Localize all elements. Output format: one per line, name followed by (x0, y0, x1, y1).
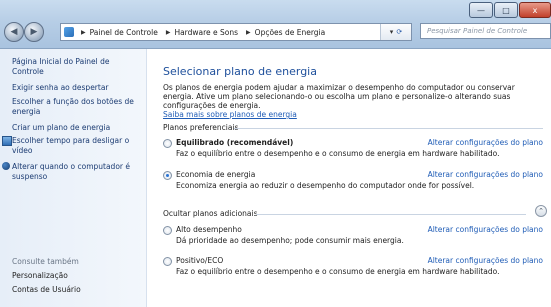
sidebar-item-power-buttons[interactable]: Escolher a função dos botões de energia (12, 97, 140, 116)
forward-button[interactable]: ▶ (24, 22, 44, 42)
chevron-down-icon[interactable]: ▾ (390, 28, 394, 36)
sidebar-item-personalization[interactable]: Personalização (12, 271, 140, 281)
breadcrumb-energia[interactable]: Opções de Energia (255, 28, 326, 37)
control-panel-icon (64, 27, 74, 37)
breadcrumb-hardware[interactable]: Hardware e Sons (174, 28, 238, 37)
sidebar-item-label: Escolher tempo para desligar o vídeo (12, 136, 130, 155)
main-content: Selecionar plano de energia Os planos de… (146, 49, 551, 307)
plan-radio[interactable] (163, 139, 172, 148)
plan-name: Positivo/ECO (176, 256, 224, 265)
preferred-plans-heading: Planos preferenciais (163, 123, 239, 132)
collapse-toggle[interactable]: ⌃ (535, 205, 547, 217)
see-also-heading: Consulte também (12, 257, 79, 266)
forward-arrow-icon: ▶ (30, 27, 38, 37)
maximize-button[interactable]: □ (494, 2, 518, 18)
plan-name: Alto desempenho (176, 225, 242, 234)
change-plan-settings-link[interactable]: Alterar configurações do plano (428, 225, 543, 234)
change-plan-settings-link[interactable]: Alterar configurações do plano (428, 138, 543, 147)
divider (234, 128, 543, 129)
plan-description: Economiza energia ao reduzir o desempenh… (176, 181, 475, 190)
breadcrumb-painel[interactable]: Painel de Controle (90, 28, 158, 37)
monitor-icon (2, 136, 12, 146)
minimize-button[interactable]: — (469, 2, 493, 18)
back-button[interactable]: ◀ (4, 22, 24, 42)
plan-description: Faz o equilíbrio entre o desempenho e o … (176, 149, 500, 158)
plan-name: Equilibrado (recomendável) (176, 138, 294, 147)
refresh-icon[interactable]: ⟳ (396, 28, 402, 36)
intro-paragraph: Os planos de energia podem ajudar a maxi… (163, 83, 515, 110)
plan-name: Economia de energia (176, 170, 256, 179)
plan-description: Faz o equilíbrio entre o desempenho e o … (176, 267, 500, 276)
window-chrome: — □ x ◀ ▶ ▶ Painel de Controle ▶ Hardwar… (0, 0, 551, 49)
address-bar[interactable]: ▶ Painel de Controle ▶ Hardware e Sons ▶… (60, 23, 412, 41)
sidebar-item-label: Alterar quando o computador é suspenso (12, 162, 130, 181)
sidebar-item-user-accounts[interactable]: Contas de Usuário (12, 285, 140, 295)
window-controls: — □ x (468, 2, 551, 18)
moon-icon (2, 162, 10, 170)
sidebar-item-require-password[interactable]: Exigir senha ao despertar (12, 83, 140, 93)
sidebar-item-home[interactable]: Página Inicial do Painel de Controle (12, 57, 140, 76)
hidden-plans-heading[interactable]: Ocultar planos adicionais (163, 209, 258, 218)
back-arrow-icon: ◀ (10, 27, 18, 37)
search-input[interactable]: Pesquisar Painel de Controle (420, 23, 551, 39)
divider (256, 214, 526, 215)
breadcrumb-separator-icon: ▶ (165, 28, 171, 36)
plan-radio-selected[interactable] (163, 171, 172, 180)
breadcrumb-separator-icon: ▶ (246, 28, 251, 36)
sidebar-item-create-plan[interactable]: Criar um plano de energia (12, 123, 140, 133)
page-title: Selecionar plano de energia (163, 65, 317, 78)
sidebar-item-display-off[interactable]: Escolher tempo para desligar o vídeo (2, 136, 140, 155)
change-plan-settings-link[interactable]: Alterar configurações do plano (428, 170, 543, 179)
learn-more-link[interactable]: Saiba mais sobre planos de energia (163, 110, 543, 119)
breadcrumb-separator-icon: ▶ (81, 28, 86, 36)
left-pane: Página Inicial do Painel de Controle Exi… (0, 49, 147, 307)
intro-text: Os planos de energia podem ajudar a maxi… (163, 83, 543, 119)
plan-radio[interactable] (163, 226, 172, 235)
plan-radio[interactable] (163, 257, 172, 266)
change-plan-settings-link[interactable]: Alterar configurações do plano (428, 256, 543, 265)
sidebar-item-sleep[interactable]: Alterar quando o computador é suspenso (2, 162, 140, 181)
plan-description: Dá prioridade ao desempenho; pode consum… (176, 236, 404, 245)
address-end-buttons: ▾ ⟳ (380, 24, 411, 40)
close-button[interactable]: x (519, 2, 551, 18)
chevron-up-icon: ⌃ (538, 207, 544, 215)
